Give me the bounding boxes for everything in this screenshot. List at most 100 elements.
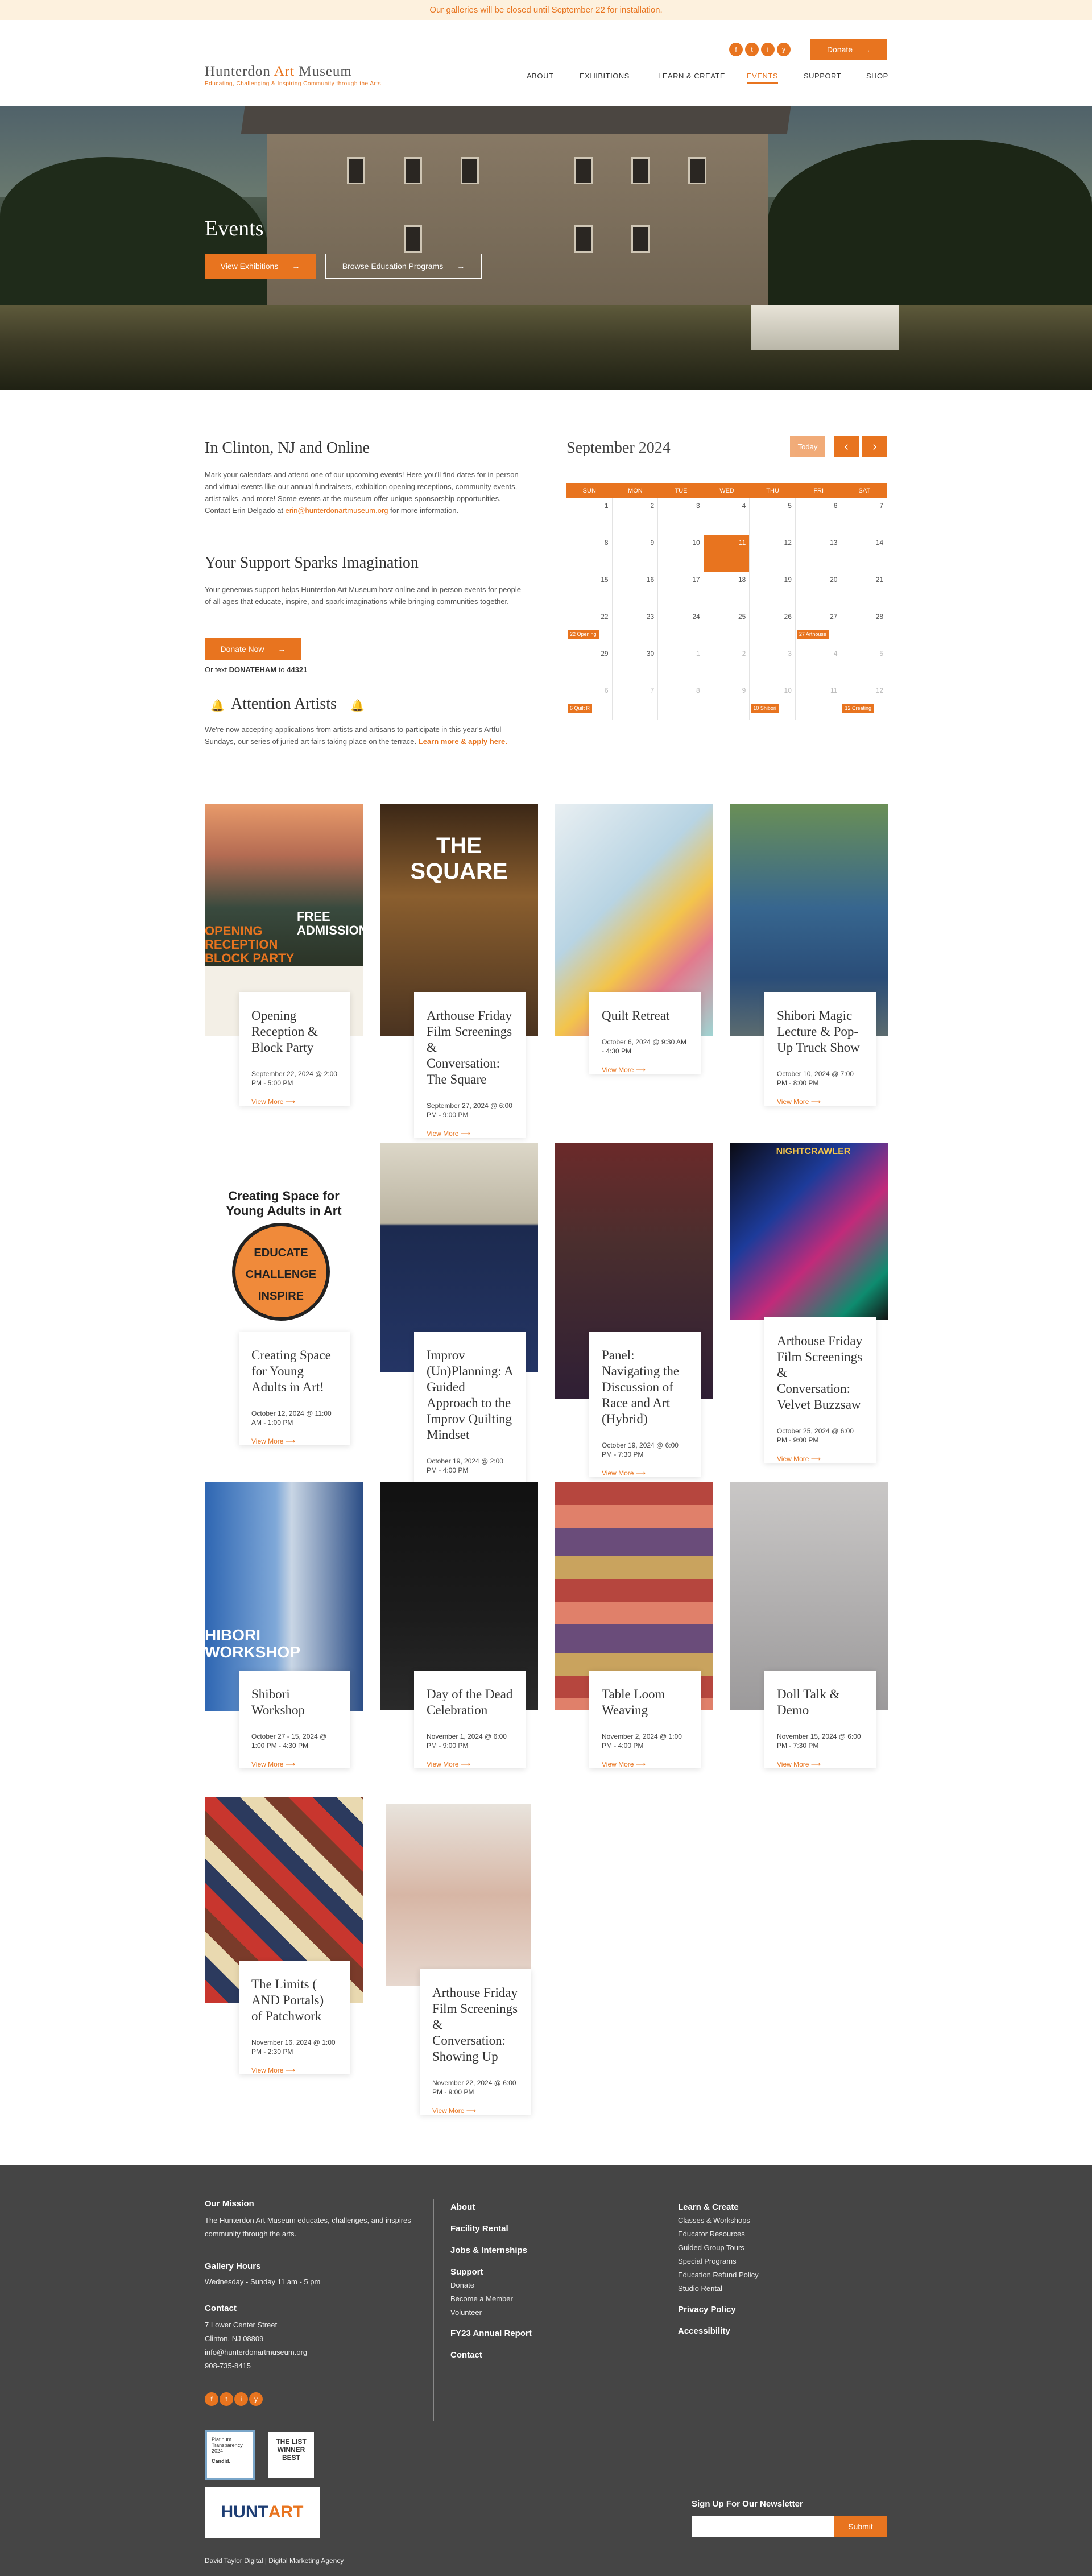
- nav-learn-create[interactable]: LEARN & CREATE: [658, 72, 725, 80]
- youtube-icon[interactable]: y: [777, 43, 791, 56]
- calendar-day[interactable]: 26: [749, 609, 796, 646]
- calendar-day[interactable]: 13: [795, 535, 842, 572]
- nav-support[interactable]: SUPPORT: [804, 72, 841, 80]
- calendar-day[interactable]: 19: [749, 572, 796, 609]
- footer-link-special-programs[interactable]: Special Programs: [678, 2255, 737, 2268]
- nav-exhibitions[interactable]: EXHIBITIONS: [580, 72, 630, 80]
- calendar-day[interactable]: 30: [611, 646, 659, 683]
- event-image[interactable]: [730, 1143, 888, 1320]
- donate-now-button[interactable]: Donate Now →: [205, 638, 301, 660]
- calendar-day[interactable]: 20: [795, 572, 842, 609]
- logo[interactable]: Hunterdon Art Museum: [205, 64, 352, 80]
- event-card[interactable]: Doll Talk & Demo November 15, 2024 @ 6:00…: [764, 1671, 876, 1768]
- footer-link-about[interactable]: About: [450, 2202, 475, 2212]
- newsletter-submit-button[interactable]: Submit: [834, 2516, 887, 2537]
- event-card[interactable]: The Limits ( AND Portals) of Patchwork No…: [239, 1961, 350, 2074]
- calendar-day[interactable]: 22 22 Opening: [566, 609, 613, 646]
- instagram-icon[interactable]: i: [761, 43, 775, 56]
- footer-link-classes[interactable]: Classes & Workshops: [678, 2214, 750, 2227]
- calendar-day[interactable]: 4: [703, 498, 750, 535]
- twitter-icon[interactable]: t: [220, 2392, 233, 2406]
- footer-link-studio-rental[interactable]: Studio Rental: [678, 2282, 722, 2296]
- footer-link-refund[interactable]: Education Refund Policy: [678, 2268, 759, 2282]
- calendar-day[interactable]: 2: [611, 498, 659, 535]
- event-view-more-link[interactable]: View More ⟶: [602, 1760, 688, 1768]
- event-card[interactable]: Opening Reception & Block Party September…: [239, 992, 350, 1106]
- calendar-day[interactable]: 8: [566, 535, 613, 572]
- calendar-day[interactable]: 10: [657, 535, 704, 572]
- calendar-day[interactable]: 16: [611, 572, 659, 609]
- calendar-event-chip[interactable]: 12 Creating: [842, 704, 874, 713]
- calendar-day[interactable]: 3: [657, 498, 704, 535]
- event-view-more-link[interactable]: View More ⟶: [777, 1760, 863, 1768]
- footer-link-contact[interactable]: Contact: [450, 2350, 482, 2360]
- event-view-more-link[interactable]: View More ⟶: [777, 1098, 863, 1106]
- event-card[interactable]: Arthouse Friday Film Screenings & Conver…: [414, 992, 526, 1138]
- event-view-more-link[interactable]: View More ⟶: [251, 2066, 338, 2074]
- event-view-more-link[interactable]: View More ⟶: [251, 1437, 338, 1445]
- calendar-prev-button[interactable]: ‹: [834, 436, 859, 457]
- calendar-day[interactable]: 2: [703, 646, 750, 683]
- calendar-day[interactable]: 11: [703, 535, 750, 572]
- footer-link-membership[interactable]: Become a Member: [450, 2292, 513, 2306]
- instagram-icon[interactable]: i: [234, 2392, 248, 2406]
- nav-shop[interactable]: SHOP: [866, 72, 888, 80]
- apply-link[interactable]: Learn more & apply here.: [419, 737, 507, 746]
- calendar-event-chip[interactable]: 22 Opening: [568, 630, 599, 639]
- browse-education-button[interactable]: Browse Education Programs →: [325, 254, 482, 279]
- event-card[interactable]: Shibori Magic Lecture & Pop-Up Truck Sho…: [764, 992, 876, 1106]
- calendar-day[interactable]: 7: [841, 498, 888, 535]
- calendar-day[interactable]: 18: [703, 572, 750, 609]
- calendar-event-chip[interactable]: 27 Arthouse: [796, 630, 829, 639]
- calendar-day[interactable]: 27 27 Arthouse: [795, 609, 842, 646]
- event-card[interactable]: Day of the Dead Celebration November 1, 2…: [414, 1671, 526, 1768]
- footer-learn-heading[interactable]: Learn & Create: [678, 2202, 739, 2212]
- calendar-day[interactable]: 6 6 Quilt R: [566, 683, 613, 720]
- facebook-icon[interactable]: f: [729, 43, 743, 56]
- event-view-more-link[interactable]: View More ⟶: [427, 1760, 513, 1768]
- event-title[interactable]: Opening Reception & Block Party: [251, 1008, 338, 1056]
- event-title[interactable]: Day of the Dead Celebration: [427, 1686, 513, 1718]
- footer-email-link[interactable]: info@hunterdonartmuseum.org: [205, 2346, 307, 2359]
- calendar-day[interactable]: 21: [841, 572, 888, 609]
- event-title[interactable]: Arthouse Friday Film Screenings & Conver…: [777, 1333, 863, 1413]
- calendar-event-chip[interactable]: 6 Quilt R: [568, 704, 593, 713]
- calendar-day[interactable]: 29: [566, 646, 613, 683]
- event-card[interactable]: Shibori Workshop October 27 - 15, 2024 @ …: [239, 1671, 350, 1768]
- footer-phone[interactable]: 908-735-8415: [205, 2359, 251, 2373]
- calendar-day[interactable]: 15: [566, 572, 613, 609]
- twitter-icon[interactable]: t: [745, 43, 759, 56]
- calendar-day[interactable]: 7: [611, 683, 659, 720]
- agency-credit-link[interactable]: David Taylor Digital | Digital Marketing…: [205, 2554, 344, 2567]
- footer-link-privacy[interactable]: Privacy Policy: [678, 2305, 736, 2314]
- event-view-more-link[interactable]: View More ⟶: [432, 2107, 519, 2115]
- calendar-day[interactable]: 3: [749, 646, 796, 683]
- calendar-day[interactable]: 9: [611, 535, 659, 572]
- calendar-day[interactable]: 4: [795, 646, 842, 683]
- calendar-next-button[interactable]: ›: [862, 436, 887, 457]
- event-title[interactable]: The Limits ( AND Portals) of Patchwork: [251, 1977, 338, 2024]
- event-title[interactable]: Improv (Un)Planning: A Guided Approach t…: [427, 1347, 513, 1443]
- footer-link-donate[interactable]: Donate: [450, 2279, 474, 2292]
- event-title[interactable]: Arthouse Friday Film Screenings & Conver…: [427, 1008, 513, 1088]
- event-title[interactable]: Quilt Retreat: [602, 1008, 688, 1024]
- event-title[interactable]: Doll Talk & Demo: [777, 1686, 863, 1718]
- event-card[interactable]: Panel: Navigating the Discussion of Race…: [589, 1332, 701, 1477]
- calendar-event-chip[interactable]: 10 Shibori: [751, 704, 779, 713]
- calendar-day[interactable]: 17: [657, 572, 704, 609]
- event-view-more-link[interactable]: View More ⟶: [777, 1455, 863, 1463]
- event-view-more-link[interactable]: View More ⟶: [602, 1066, 688, 1074]
- footer-link-accessibility[interactable]: Accessibility: [678, 2326, 730, 2336]
- event-title[interactable]: Shibori Workshop: [251, 1686, 338, 1718]
- calendar-day[interactable]: 9: [703, 683, 750, 720]
- event-view-more-link[interactable]: View More ⟶: [251, 1760, 338, 1768]
- footer-link-facility-rental[interactable]: Facility Rental: [450, 2224, 508, 2234]
- nav-about[interactable]: ABOUT: [527, 72, 553, 80]
- event-card[interactable]: Arthouse Friday Film Screenings & Conver…: [420, 1969, 531, 2115]
- event-title[interactable]: Table Loom Weaving: [602, 1686, 688, 1718]
- calendar-day[interactable]: 12: [749, 535, 796, 572]
- footer-support-heading[interactable]: Support: [450, 2267, 483, 2277]
- calendar-day[interactable]: 12 12 Creating: [841, 683, 888, 720]
- calendar-day[interactable]: 23: [611, 609, 659, 646]
- event-card[interactable]: Creating Space for Young Adults in Art! O…: [239, 1332, 350, 1445]
